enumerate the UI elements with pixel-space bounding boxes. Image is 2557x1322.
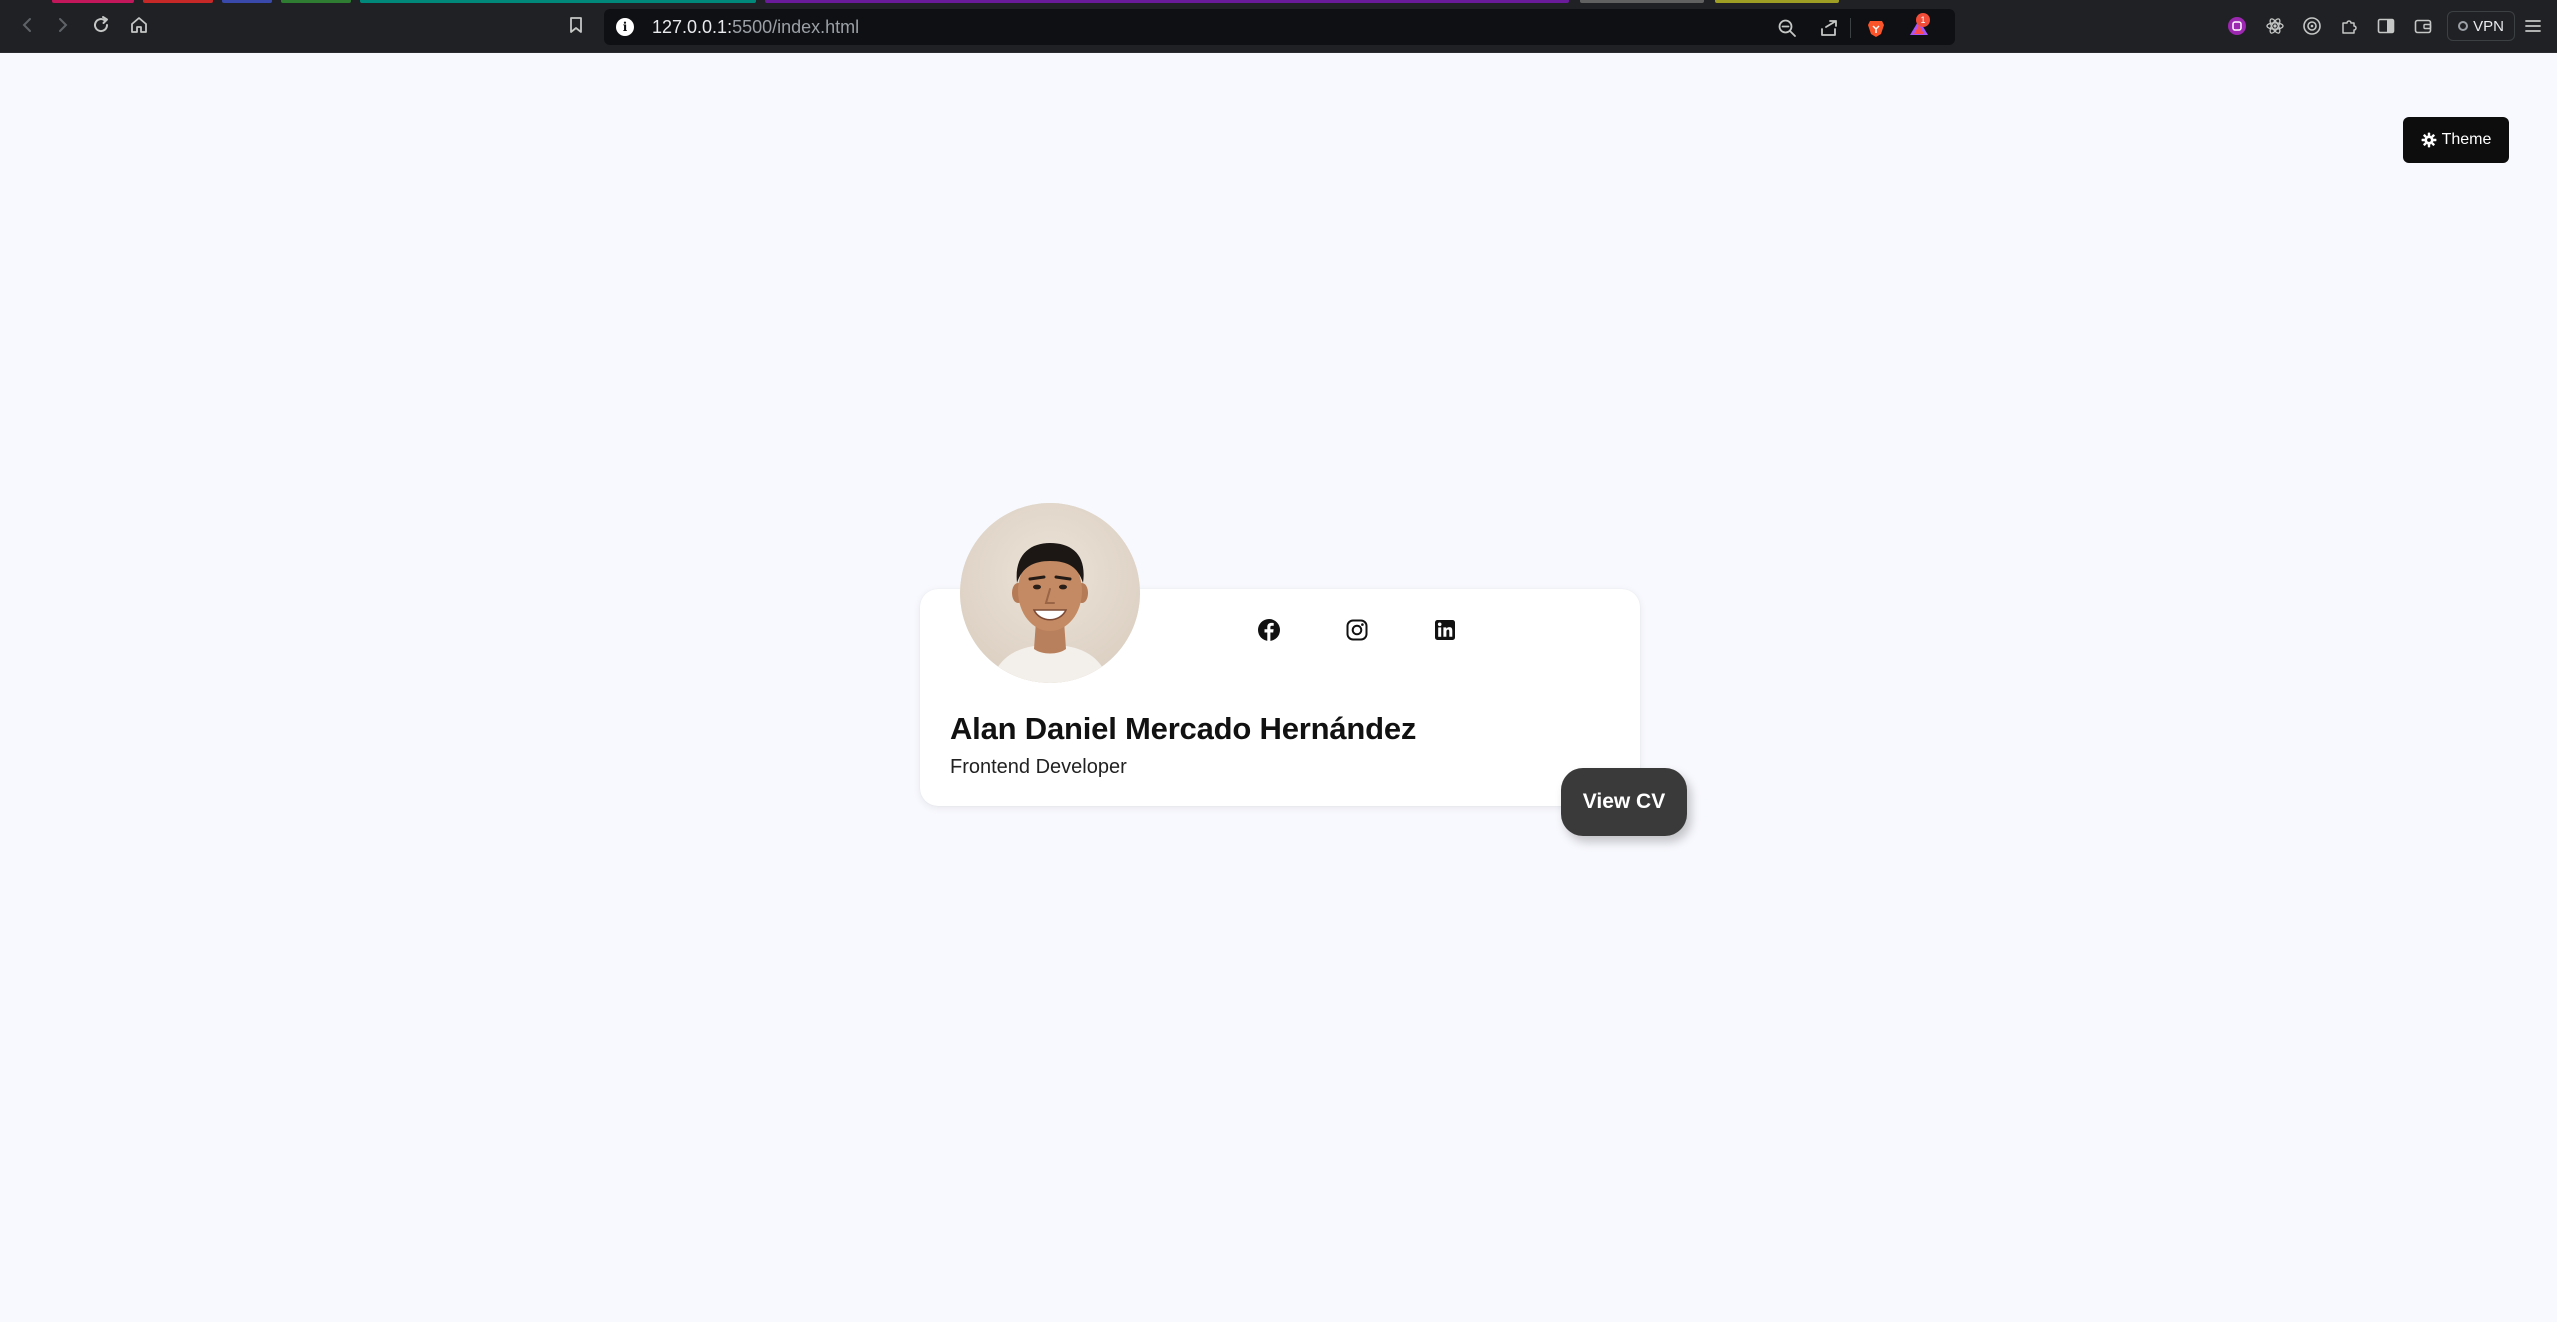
extension-button[interactable] <box>2225 14 2249 38</box>
facebook-icon <box>1258 619 1280 641</box>
target-extension-button[interactable] <box>2300 14 2324 38</box>
share-button[interactable] <box>1818 17 1840 39</box>
share-icon <box>1821 20 1837 36</box>
bookmark-button[interactable] <box>564 13 588 37</box>
sidebar-icon <box>2377 18 2395 34</box>
brave-shields-button[interactable] <box>1865 17 1887 39</box>
theme-button-label: Theme <box>2441 131 2492 148</box>
profile-role: Frontend Developer <box>950 756 1127 778</box>
wallet-icon <box>2414 19 2432 34</box>
url-host: 127.0.0.1: <box>652 17 733 37</box>
home-icon <box>131 17 147 33</box>
hamburger-menu-icon <box>2525 20 2541 32</box>
browser-toolbar: i 127.0.0.1:5500/index.html 1 VPN <box>0 0 2557 53</box>
profile-photo <box>960 503 1140 683</box>
wallet-button[interactable] <box>2411 14 2435 38</box>
instagram-link[interactable] <box>1344 617 1370 643</box>
main-menu-button[interactable] <box>2521 14 2545 38</box>
address-bar[interactable]: i 127.0.0.1:5500/index.html <box>604 9 1955 45</box>
vpn-label: VPN <box>2473 17 2504 35</box>
theme-toggle-button[interactable]: Theme <box>2403 117 2509 163</box>
back-arrow-icon <box>22 18 31 32</box>
forward-arrow-icon <box>59 18 68 32</box>
back-button[interactable] <box>15 13 39 37</box>
reload-icon <box>94 16 109 33</box>
url-text[interactable]: 127.0.0.1:5500/index.html <box>652 17 859 38</box>
react-atom-icon <box>2266 18 2284 34</box>
tab-indicator[interactable] <box>281 0 351 3</box>
zoom-out-icon <box>1778 19 1796 37</box>
linkedin-link[interactable] <box>1432 617 1458 643</box>
social-links <box>1256 617 1458 643</box>
view-cv-button[interactable]: View CV <box>1561 768 1687 836</box>
site-info-icon[interactable]: i <box>616 18 634 36</box>
facebook-link[interactable] <box>1256 617 1282 643</box>
tab-strip <box>0 0 2557 3</box>
brave-lion-icon <box>1868 21 1884 37</box>
tab-indicator[interactable] <box>143 0 213 3</box>
sidebar-toggle-button[interactable] <box>2374 14 2398 38</box>
vpn-button[interactable]: VPN <box>2447 11 2515 41</box>
react-devtools-button[interactable] <box>2263 14 2287 38</box>
purple-extension-icon <box>2228 17 2246 35</box>
tab-indicator[interactable] <box>360 0 756 3</box>
bookmark-icon <box>570 17 582 33</box>
vpn-status-icon <box>2458 21 2469 31</box>
url-path: 5500/index.html <box>732 17 860 37</box>
tab-indicator[interactable] <box>1580 0 1704 3</box>
home-button[interactable] <box>127 13 151 37</box>
profile-name: Alan Daniel Mercado Hernández <box>950 711 1417 746</box>
notification-badge: 1 <box>1916 13 1930 27</box>
tab-indicator[interactable] <box>222 0 272 3</box>
tab-indicator[interactable] <box>1715 0 1839 3</box>
linkedin-icon <box>1435 620 1455 640</box>
gear-icon <box>2421 132 2436 148</box>
forward-button[interactable] <box>51 13 75 37</box>
instagram-icon <box>1346 619 1368 641</box>
url-divider <box>1850 18 1851 38</box>
avatar <box>960 503 1140 683</box>
zoom-button[interactable] <box>1776 17 1798 39</box>
tab-indicator[interactable] <box>52 0 134 3</box>
reload-button[interactable] <box>89 13 113 37</box>
tab-indicator[interactable] <box>765 0 1569 3</box>
target-icon <box>2303 17 2321 35</box>
puzzle-icon <box>2342 20 2357 34</box>
extensions-menu-button[interactable] <box>2337 14 2361 38</box>
